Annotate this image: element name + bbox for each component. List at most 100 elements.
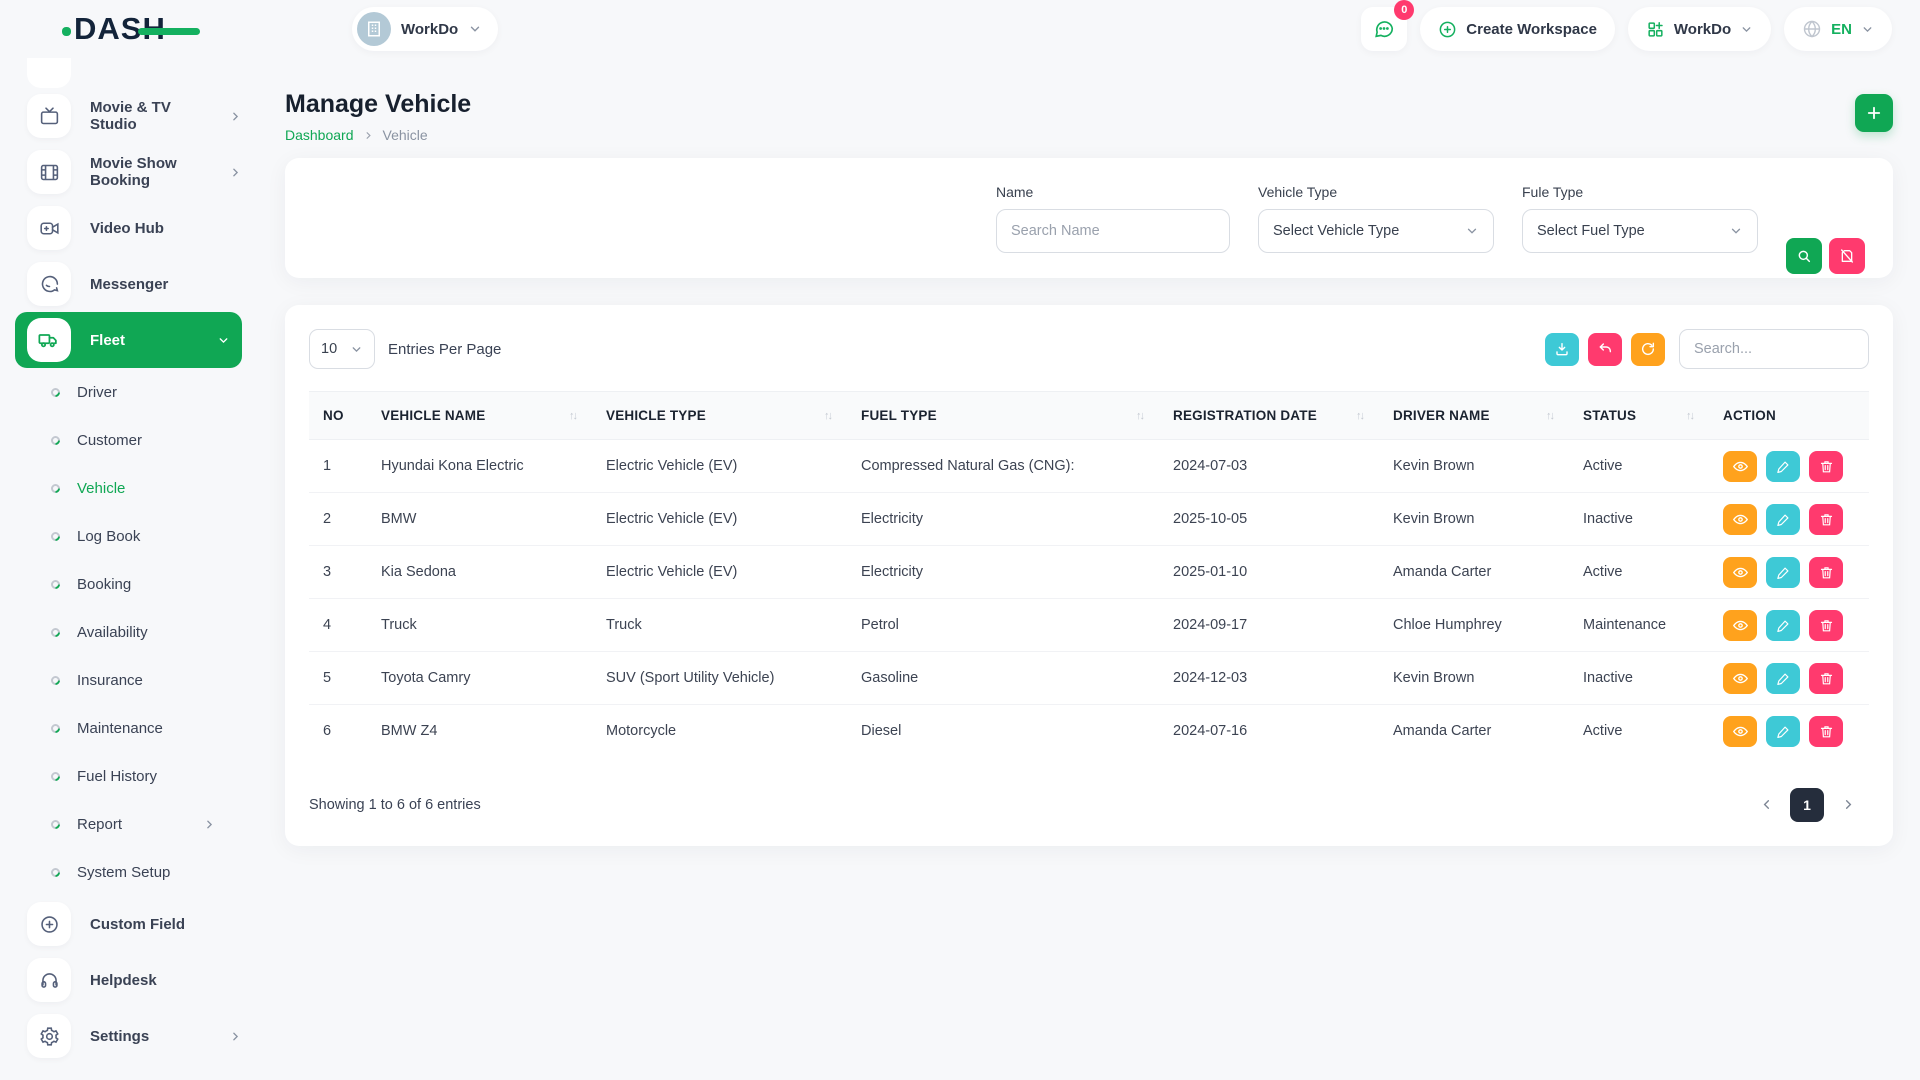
sidebar-item-log-book[interactable]: Log Book: [15, 512, 256, 560]
sort-icon[interactable]: ↑↓: [1686, 410, 1699, 422]
refresh-button[interactable]: [1631, 333, 1665, 366]
header-fuel-type[interactable]: FUEL TYPE↑↓: [849, 392, 1161, 440]
edit-button[interactable]: [1766, 504, 1800, 535]
bullet-icon: [49, 866, 62, 879]
building-icon: [365, 20, 383, 38]
name-filter-input[interactable]: [996, 209, 1230, 253]
create-workspace-button[interactable]: Create Workspace: [1420, 7, 1615, 51]
sidebar-item-label: Movie Show Booking: [90, 155, 210, 189]
pencil-icon: [1776, 618, 1791, 633]
sidebar-item-movie-show-booking[interactable]: Movie Show Booking: [15, 144, 256, 200]
sidebar-item-customer[interactable]: Customer: [15, 416, 256, 464]
table-row: 2 BMW Electric Vehicle (EV) Electricity …: [309, 493, 1869, 546]
sidebar-item-fuel-history[interactable]: Fuel History: [15, 752, 256, 800]
sidebar-item-booking[interactable]: Booking: [15, 560, 256, 608]
header-driver-name[interactable]: DRIVER NAME↑↓: [1381, 392, 1571, 440]
breadcrumb-dashboard-link[interactable]: Dashboard: [285, 127, 354, 143]
cell-vehicle-name: BMW Z4: [369, 705, 594, 758]
sidebar-item-availability[interactable]: Availability: [15, 608, 256, 656]
sort-icon[interactable]: ↑↓: [1356, 410, 1369, 422]
delete-button[interactable]: [1809, 504, 1843, 535]
edit-button[interactable]: [1766, 663, 1800, 694]
edit-button[interactable]: [1766, 610, 1800, 641]
pencil-icon: [1776, 724, 1791, 739]
sidebar-item-helpdesk[interactable]: Helpdesk: [15, 952, 256, 1008]
table-toolbar: [1545, 329, 1869, 369]
sidebar-item-driver[interactable]: Driver: [15, 368, 256, 416]
apply-filter-button[interactable]: [1786, 238, 1822, 274]
page-head: Manage Vehicle Dashboard Vehicle: [285, 72, 1893, 158]
cell-fuel-type: Compressed Natural Gas (CNG):: [849, 440, 1161, 493]
cell-vehicle-type: SUV (Sport Utility Vehicle): [594, 652, 849, 705]
view-button[interactable]: [1723, 451, 1757, 482]
add-vehicle-button[interactable]: [1855, 94, 1893, 132]
sidebar-item-partial[interactable]: [27, 58, 71, 88]
vehicle-type-select[interactable]: Select Vehicle Type: [1258, 209, 1494, 253]
reset-filter-button[interactable]: [1829, 238, 1865, 274]
language-selector[interactable]: EN: [1784, 7, 1892, 51]
sidebar-subitem-label: Booking: [77, 576, 256, 593]
sidebar-item-system-setup[interactable]: System Setup: [15, 848, 256, 896]
sidebar-item-vehicle[interactable]: Vehicle: [15, 464, 256, 512]
previous-page-button[interactable]: [1751, 789, 1781, 821]
sidebar-item-insurance[interactable]: Insurance: [15, 656, 256, 704]
sort-icon[interactable]: ↑↓: [1136, 410, 1149, 422]
export-button[interactable]: [1545, 333, 1579, 366]
chevron-down-icon: [1861, 23, 1874, 36]
cell-driver-name: Kevin Brown: [1381, 493, 1571, 546]
workspace-name: WorkDo: [401, 21, 458, 38]
logo-zone: DASH: [0, 11, 256, 47]
header-registration-date[interactable]: REGISTRATION DATE↑↓: [1161, 392, 1381, 440]
sort-icon[interactable]: ↑↓: [1546, 410, 1559, 422]
cell-vehicle-type: Truck: [594, 599, 849, 652]
sidebar-item-report[interactable]: Report: [15, 800, 256, 848]
sidebar-item-messenger[interactable]: Messenger: [15, 256, 256, 312]
delete-button[interactable]: [1809, 557, 1843, 588]
view-button[interactable]: [1723, 557, 1757, 588]
fuel-type-select[interactable]: Select Fuel Type: [1522, 209, 1758, 253]
delete-button[interactable]: [1809, 663, 1843, 694]
cell-action: [1711, 599, 1869, 652]
view-button[interactable]: [1723, 504, 1757, 535]
delete-button[interactable]: [1809, 716, 1843, 747]
page-number-button[interactable]: 1: [1790, 788, 1824, 822]
cell-status: Inactive: [1571, 493, 1711, 546]
delete-button[interactable]: [1809, 610, 1843, 641]
view-button[interactable]: [1723, 663, 1757, 694]
sort-icon[interactable]: ↑↓: [824, 410, 837, 422]
header-vehicle-name[interactable]: VEHICLE NAME↑↓: [369, 392, 594, 440]
brand-logo[interactable]: DASH: [62, 11, 166, 47]
edit-button[interactable]: [1766, 451, 1800, 482]
view-button[interactable]: [1723, 716, 1757, 747]
sort-icon[interactable]: ↑↓: [569, 410, 582, 422]
header-status[interactable]: STATUS↑↓: [1571, 392, 1711, 440]
sidebar-item-settings[interactable]: Settings: [15, 1008, 256, 1064]
table-search-input[interactable]: [1679, 329, 1869, 369]
chevron-right-icon: [363, 130, 374, 141]
header-vehicle-type[interactable]: VEHICLE TYPE↑↓: [594, 392, 849, 440]
workspace-selector[interactable]: WorkDo: [352, 7, 498, 51]
header-no[interactable]: NO: [309, 392, 369, 440]
cell-registration-date: 2024-07-03: [1161, 440, 1381, 493]
sidebar-item-video-hub[interactable]: Video Hub: [15, 200, 256, 256]
sidebar-item-maintenance[interactable]: Maintenance: [15, 704, 256, 752]
cell-registration-date: 2024-07-16: [1161, 705, 1381, 758]
edit-button[interactable]: [1766, 716, 1800, 747]
cell-action: [1711, 440, 1869, 493]
undo-button[interactable]: [1588, 333, 1622, 366]
next-page-button[interactable]: [1833, 789, 1863, 821]
sidebar-item-custom-field[interactable]: Custom Field: [15, 896, 256, 952]
sidebar-subitem-label: System Setup: [77, 864, 256, 881]
messages-button[interactable]: 0: [1361, 7, 1407, 51]
view-button[interactable]: [1723, 610, 1757, 641]
cell-vehicle-type: Motorcycle: [594, 705, 849, 758]
pencil-icon: [1776, 671, 1791, 686]
entries-per-page-select[interactable]: 10: [309, 329, 375, 369]
sidebar-item-fleet[interactable]: Fleet: [15, 312, 242, 368]
filter-name-group: Name: [996, 184, 1230, 253]
filter-fuel-type-group: Fule Type Select Fuel Type: [1522, 184, 1758, 253]
sidebar-item-movie-tv-studio[interactable]: Movie & TV Studio: [15, 88, 256, 144]
app-switcher-button[interactable]: WorkDo: [1628, 7, 1771, 51]
edit-button[interactable]: [1766, 557, 1800, 588]
delete-button[interactable]: [1809, 451, 1843, 482]
